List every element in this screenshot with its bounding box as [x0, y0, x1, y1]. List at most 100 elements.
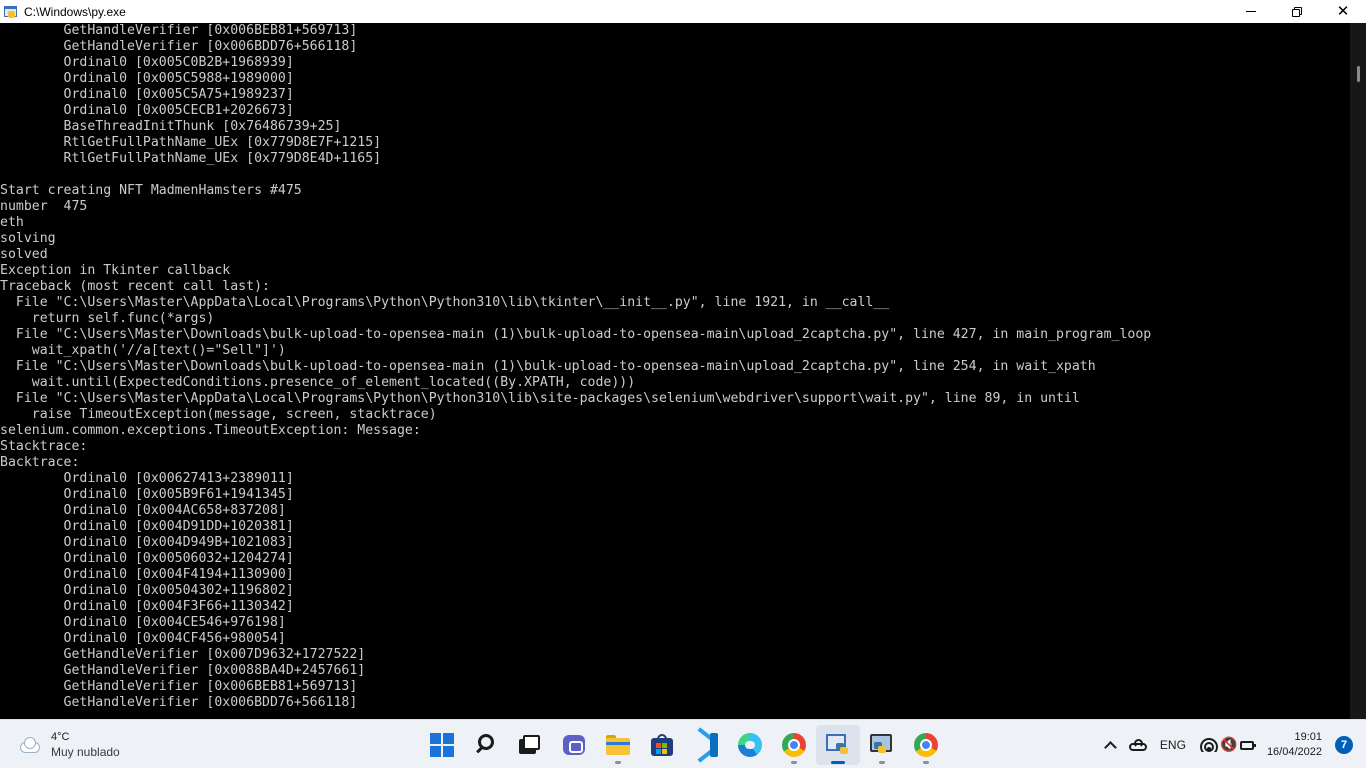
python-idle-button[interactable]	[860, 725, 904, 765]
console-line: Ordinal0 [0x00506032+1204274]	[0, 551, 294, 566]
store-button[interactable]	[640, 725, 684, 765]
console-line: Stacktrace:	[0, 439, 88, 454]
battery-charging-icon	[1239, 739, 1258, 751]
restore-icon	[1292, 6, 1302, 17]
console-line: Ordinal0 [0x005C5988+1989000]	[0, 71, 294, 86]
task-view-icon	[519, 734, 541, 755]
notifications-button[interactable]: 7	[1330, 730, 1358, 760]
console-line: File "C:\Users\Master\AppData\Local\Prog…	[0, 295, 890, 310]
console-line: Ordinal0 [0x004CF456+980054]	[0, 631, 286, 646]
scrollbar-thumb[interactable]	[1357, 66, 1360, 82]
speaker-muted-icon: 🔇	[1220, 736, 1238, 753]
cloud-icon	[18, 734, 44, 756]
console-scrollbar[interactable]	[1350, 23, 1366, 719]
console-line: solved	[0, 247, 48, 262]
clock-button[interactable]: 19:01 16/04/2022	[1263, 730, 1330, 760]
weather-temperature: 4°C	[51, 731, 70, 743]
console-line: eth	[0, 215, 24, 230]
vscode-icon	[694, 726, 718, 763]
restore-button[interactable]	[1274, 0, 1320, 23]
window-title: C:\Windows\py.exe	[24, 4, 126, 19]
console-line: raise TimeoutException(message, screen, …	[0, 407, 437, 422]
console-line: Ordinal0 [0x00627413+2389011]	[0, 471, 294, 486]
python-idle-icon	[870, 733, 894, 756]
console-line: Exception in Tkinter callback	[0, 263, 231, 278]
console-line: RtlGetFullPathName_UEx [0x779D8E7F+1215]	[0, 135, 382, 150]
console-line: GetHandleVerifier [0x007D9632+1727522]	[0, 647, 366, 662]
console-line: Ordinal0 [0x004F4194+1130900]	[0, 567, 294, 582]
console-line: GetHandleVerifier [0x006BEB81+569713]	[0, 679, 358, 694]
chat-button[interactable]	[552, 725, 596, 765]
file-explorer-button[interactable]	[596, 725, 640, 765]
taskbar: 4°C Muy nublado ENG 🔇 19:01 16/04/2022 7	[0, 719, 1366, 768]
console-line: wait_xpath('//a[text()="Sell"]')	[0, 343, 286, 358]
python-window-icon	[4, 5, 18, 19]
quick-settings-button[interactable]: 🔇	[1195, 730, 1263, 760]
clock-time: 19:01	[1294, 730, 1322, 743]
console-line: Ordinal0 [0x004AC658+837208]	[0, 503, 286, 518]
edge-button[interactable]	[728, 725, 772, 765]
chevron-up-icon	[1104, 740, 1118, 754]
folder-icon	[606, 734, 630, 755]
console-line: solving	[0, 231, 56, 246]
console-line: number 475	[0, 199, 88, 214]
console-line: Ordinal0 [0x004D91DD+1020381]	[0, 519, 294, 534]
console-line: BaseThreadInitThunk [0x76486739+25]	[0, 119, 342, 134]
console-line: return self.func(*args)	[0, 311, 215, 326]
close-icon: ✕	[1336, 2, 1350, 20]
console-text: GetHandleVerifier [0x006BEB81+569713] Ge…	[0, 23, 1350, 711]
weather-widget[interactable]: 4°C Muy nublado	[18, 730, 120, 760]
console-line: Ordinal0 [0x005B9F61+1941345]	[0, 487, 294, 502]
window-title-bar[interactable]: C:\Windows\py.exe ✕	[0, 0, 1366, 23]
wifi-icon	[1200, 737, 1219, 752]
console-line: Ordinal0 [0x004CE546+976198]	[0, 615, 286, 630]
chrome-button-2[interactable]	[904, 725, 948, 765]
windows-start-icon	[430, 732, 454, 757]
console-line: Ordinal0 [0x004D949B+1021083]	[0, 535, 294, 550]
weather-description: Muy nublado	[51, 745, 120, 759]
clock-date: 16/04/2022	[1266, 745, 1322, 758]
console-line: RtlGetFullPathName_UEx [0x779D8E4D+1165]	[0, 151, 382, 166]
python-window-icon	[826, 733, 850, 756]
console-line: GetHandleVerifier [0x0088BA4D+2457661]	[0, 663, 366, 678]
store-icon	[651, 733, 673, 756]
show-hidden-icons-button[interactable]	[1097, 730, 1125, 760]
console-line: Traceback (most recent call last):	[0, 279, 270, 294]
close-button[interactable]: ✕	[1320, 0, 1366, 23]
onedrive-button[interactable]	[1125, 730, 1151, 760]
system-tray: ENG 🔇 19:01 16/04/2022 7	[1097, 720, 1366, 768]
search-button[interactable]	[464, 725, 508, 765]
onedrive-cloud-icon	[1128, 738, 1147, 751]
chat-icon	[563, 734, 585, 755]
vscode-button[interactable]	[684, 725, 728, 765]
console-line: Ordinal0 [0x004F3F66+1130342]	[0, 599, 294, 614]
language-indicator: ENG	[1159, 737, 1186, 752]
console-line: Ordinal0 [0x005C0B2B+1968939]	[0, 55, 294, 70]
edge-icon	[738, 732, 762, 757]
console-line: Start creating NFT MadmenHamsters #475	[0, 183, 302, 198]
console-line: Ordinal0 [0x00504302+1196802]	[0, 583, 294, 598]
console-line: File "C:\Users\Master\Downloads\bulk-upl…	[0, 327, 1152, 342]
console-line: GetHandleVerifier [0x006BDD76+566118]	[0, 695, 358, 710]
task-view-button[interactable]	[508, 725, 552, 765]
start-button[interactable]	[420, 725, 464, 765]
minimize-button[interactable]	[1228, 0, 1274, 23]
language-button[interactable]: ENG	[1151, 730, 1195, 760]
chrome-button[interactable]	[772, 725, 816, 765]
console-line: Ordinal0 [0x005C5A75+1989237]	[0, 87, 294, 102]
console-line: wait.until(ExpectedConditions.presence_o…	[0, 375, 636, 390]
console-line: File "C:\Users\Master\AppData\Local\Prog…	[0, 391, 1080, 406]
console-line: GetHandleVerifier [0x006BDD76+566118]	[0, 39, 358, 54]
console-line: Ordinal0 [0x005CECB1+2026673]	[0, 103, 294, 118]
python-console-button[interactable]	[816, 724, 860, 765]
console-line: Backtrace:	[0, 455, 80, 470]
minimize-icon	[1246, 11, 1256, 12]
notification-count-badge: 7	[1335, 735, 1353, 754]
chrome-icon	[914, 732, 938, 757]
console-line: GetHandleVerifier [0x006BEB81+569713]	[0, 23, 358, 38]
console-output[interactable]: GetHandleVerifier [0x006BEB81+569713] Ge…	[0, 23, 1350, 719]
search-icon	[475, 733, 497, 756]
taskbar-apps	[420, 720, 948, 768]
console-line: File "C:\Users\Master\Downloads\bulk-upl…	[0, 359, 1096, 374]
chrome-icon	[782, 732, 806, 757]
